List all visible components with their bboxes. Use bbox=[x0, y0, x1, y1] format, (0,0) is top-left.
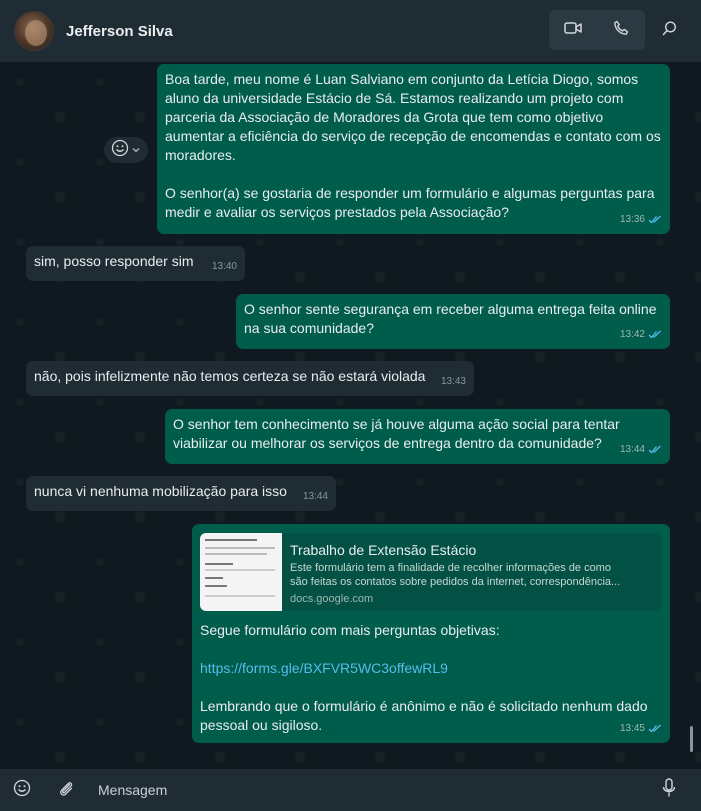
message-outgoing[interactable]: O senhor sente segurança em receber algu… bbox=[236, 294, 670, 349]
message-time: 13:40 bbox=[211, 261, 237, 272]
message-text: O senhor tem conhecimento se já houve al… bbox=[173, 416, 620, 451]
message-text: Boa tarde, meu nome é Luan Salviano em c… bbox=[165, 71, 661, 220]
link-preview-description: Este formulário tem a finalidade de reco… bbox=[290, 562, 611, 574]
double-check-icon bbox=[648, 445, 661, 454]
message-meta: 13:44 bbox=[620, 440, 662, 459]
message-time: 13:42 bbox=[619, 329, 645, 340]
link-preview-description: são feitas os contatos sobre pedidos da … bbox=[290, 576, 621, 588]
message-outgoing[interactable]: O senhor tem conhecimento se já houve al… bbox=[165, 409, 670, 464]
message-time: 13:43 bbox=[440, 376, 466, 387]
message-meta: 13:44 bbox=[303, 487, 328, 506]
link-preview-card[interactable]: Trabalho de Extensão Estácio Este formul… bbox=[200, 533, 661, 611]
message-text: Segue formulário com mais perguntas obje… bbox=[200, 622, 500, 638]
contact-name[interactable]: Jefferson Silva bbox=[66, 23, 173, 40]
message-text: não, pois infelizmente não temos certeza… bbox=[34, 368, 426, 384]
link-preview-domain: docs.google.com bbox=[290, 593, 374, 605]
message-input[interactable] bbox=[98, 777, 648, 803]
emoji-smile-icon bbox=[111, 139, 129, 162]
message-incoming[interactable]: não, pois infelizmente não temos certeza… bbox=[26, 361, 474, 396]
message-time: 13:36 bbox=[619, 214, 645, 225]
double-check-icon bbox=[648, 330, 661, 339]
double-check-icon bbox=[648, 724, 661, 733]
voice-message-button[interactable] bbox=[658, 777, 680, 803]
phone-icon bbox=[613, 20, 629, 41]
message-incoming[interactable]: sim, posso responder sim 13:40 bbox=[26, 246, 245, 281]
call-button-group bbox=[549, 10, 645, 50]
message-meta: 13:40 bbox=[212, 257, 237, 276]
scrollbar-thumb[interactable] bbox=[690, 726, 693, 752]
message-link[interactable]: https://forms.gle/BXFVR5WC3offewRL9 bbox=[200, 659, 662, 678]
message-time: 13:45 bbox=[619, 723, 645, 734]
message-time: 13:44 bbox=[302, 491, 328, 502]
attach-button[interactable] bbox=[55, 779, 77, 801]
double-check-icon bbox=[648, 215, 661, 224]
message-incoming[interactable]: nunca vi nenhuma mobilização para isso 1… bbox=[26, 476, 336, 511]
message-meta: 13:45 bbox=[620, 719, 662, 738]
link-preview-thumbnail bbox=[200, 533, 282, 611]
search-icon bbox=[662, 21, 677, 41]
search-button[interactable] bbox=[654, 16, 684, 46]
message-meta: 13:43 bbox=[441, 372, 466, 391]
reaction-button[interactable] bbox=[104, 137, 148, 163]
link-preview-title: Trabalho de Extensão Estácio bbox=[290, 542, 477, 558]
message-composer bbox=[0, 769, 701, 811]
message-meta: 13:42 bbox=[620, 325, 662, 344]
chat-header: Jefferson Silva bbox=[0, 0, 701, 62]
avatar[interactable] bbox=[14, 11, 54, 51]
message-text: O senhor sente segurança em receber algu… bbox=[244, 301, 657, 336]
emoji-button[interactable] bbox=[11, 779, 33, 801]
paperclip-icon bbox=[57, 779, 75, 802]
message-text: Lembrando que o formulário é anônimo e n… bbox=[200, 698, 648, 733]
video-call-button[interactable] bbox=[549, 10, 597, 50]
message-meta: 13:36 bbox=[620, 210, 662, 229]
microphone-icon bbox=[662, 777, 676, 803]
message-body: Segue formulário com mais perguntas obje… bbox=[192, 612, 670, 737]
chevron-down-icon bbox=[131, 141, 141, 159]
message-text: nunca vi nenhuma mobilização para isso bbox=[34, 483, 287, 499]
message-text: sim, posso responder sim bbox=[34, 253, 194, 269]
video-camera-icon bbox=[564, 21, 582, 40]
message-outgoing[interactable]: Boa tarde, meu nome é Luan Salviano em c… bbox=[157, 64, 670, 234]
emoji-icon bbox=[13, 779, 31, 802]
message-time: 13:44 bbox=[619, 444, 645, 455]
voice-call-button[interactable] bbox=[597, 10, 645, 50]
